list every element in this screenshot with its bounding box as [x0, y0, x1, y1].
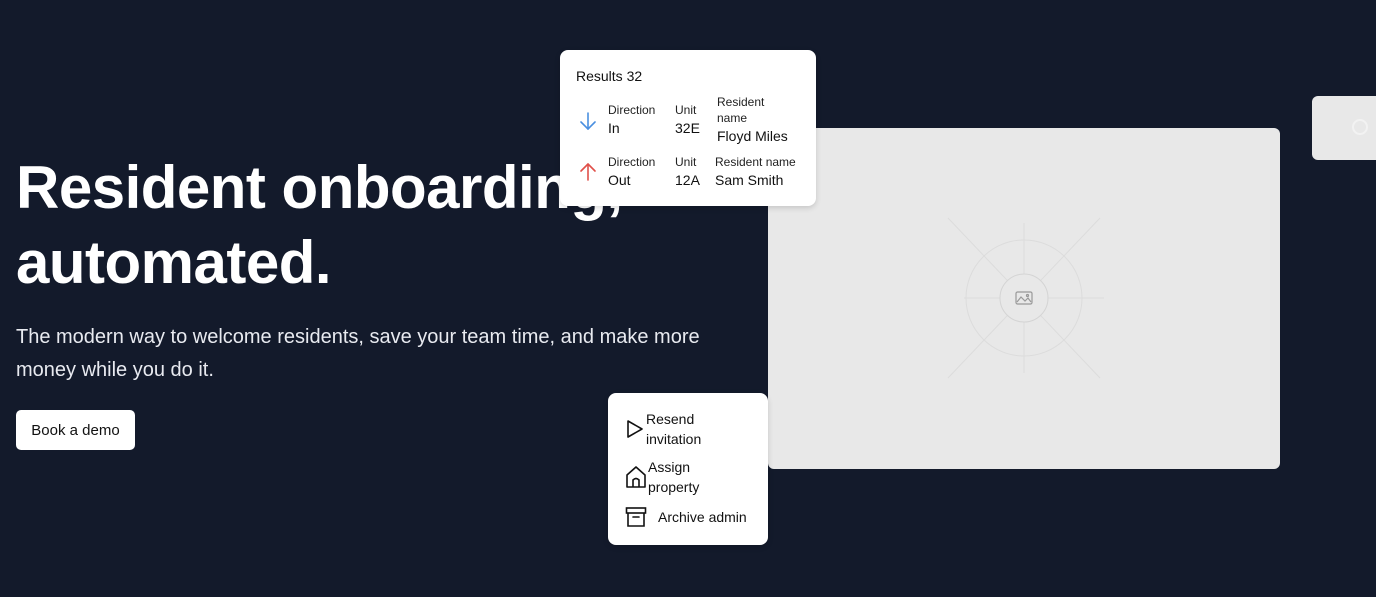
action-label: Archive admin [658, 509, 747, 525]
image-placeholder [768, 128, 1280, 469]
hero-title-line-1: Resident onboarding, [16, 154, 623, 221]
unit-cell: Unit 12A [675, 154, 700, 190]
results-card: Results 32 Direction In Unit 32E Residen… [560, 50, 816, 206]
direction-value: In [608, 120, 620, 136]
resend-invitation-action[interactable]: Resend invitation [624, 409, 754, 449]
hero-title-line-2: automated. [16, 229, 332, 296]
direction-label: Direction [608, 155, 656, 169]
actions-menu: Resend invitation Assign property Archiv… [608, 393, 768, 545]
direction-label: Direction [608, 103, 656, 117]
unit-value: 32E [675, 120, 700, 136]
action-label: Assign property [648, 459, 700, 495]
side-placeholder-card [1312, 96, 1376, 160]
direction-cell: Direction Out [608, 154, 655, 190]
unit-cell: Unit 32E [675, 102, 700, 138]
book-demo-button[interactable]: Book a demo [16, 410, 135, 450]
resident-cell: Resident name Floyd Miles [717, 94, 797, 146]
archive-icon [625, 507, 647, 527]
arrow-up-icon [580, 163, 596, 181]
action-label: Resend invitation [646, 411, 702, 447]
hero-title: Resident onboarding, automated. [16, 150, 623, 300]
unit-value: 12A [675, 172, 700, 188]
resident-value: Floyd Miles [717, 128, 788, 144]
hero-subtitle: The modern way to welcome residents, sav… [16, 326, 700, 381]
loading-dot-icon [1352, 119, 1368, 135]
results-title: Results 32 [576, 68, 643, 84]
direction-cell: Direction In [608, 102, 655, 138]
resident-label: Resident name [715, 155, 796, 169]
assign-property-action[interactable]: Assign property [624, 457, 754, 497]
home-icon [626, 466, 646, 488]
placeholder-graphic [947, 217, 1104, 379]
direction-value: Out [608, 172, 631, 188]
arrow-down-icon [580, 112, 596, 130]
resident-label: Resident name [717, 95, 765, 125]
unit-label: Unit [675, 103, 697, 117]
resident-value: Sam Smith [715, 172, 784, 188]
archive-admin-action[interactable]: Archive admin [624, 505, 759, 529]
resident-cell: Resident name Sam Smith [715, 154, 810, 190]
play-icon [627, 420, 643, 438]
unit-label: Unit [675, 155, 697, 169]
